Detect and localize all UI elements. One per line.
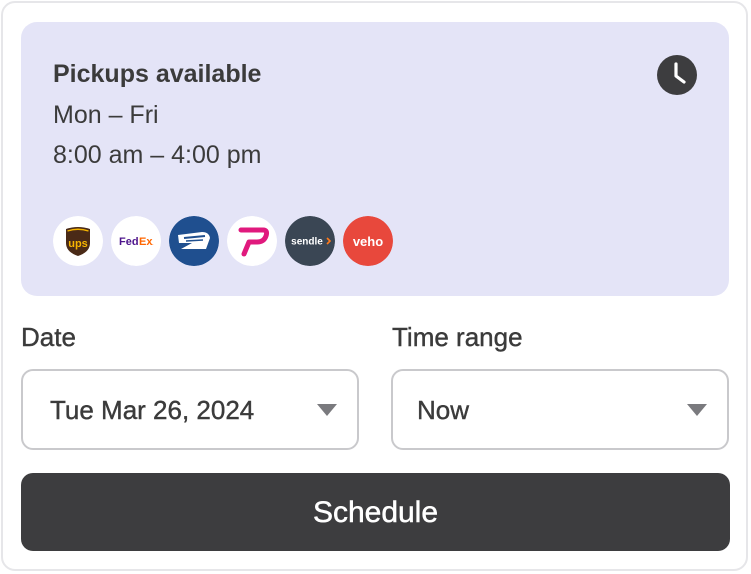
veho-text: veho (353, 234, 383, 249)
time-range-label: Time range (392, 322, 523, 352)
pickup-info-panel: Pickups available Mon – Fri 8:00 am – 4:… (21, 22, 729, 296)
time-range-select[interactable]: Now (391, 369, 729, 450)
pickup-days: Mon – Fri (53, 101, 159, 129)
date-label: Date (21, 322, 76, 352)
date-value: Tue Mar 26, 2024 (50, 395, 255, 425)
clock-icon (656, 54, 698, 96)
time-range-value: Now (417, 395, 470, 425)
usps-logo (169, 216, 219, 266)
chevron-down-icon (317, 404, 337, 416)
ups-logo: ups (53, 216, 103, 266)
date-select[interactable]: Tue Mar 26, 2024 (21, 369, 359, 450)
svg-text:Fed: Fed (119, 236, 139, 248)
passport-logo (227, 216, 277, 266)
chevron-down-icon (687, 404, 707, 416)
pickup-title: Pickups available (53, 60, 262, 88)
ups-text: ups (68, 238, 88, 250)
veho-logo: veho (343, 216, 393, 266)
fedex-logo: Fed Ex . (111, 216, 161, 266)
sendle-logo: sendle (285, 216, 335, 266)
sendle-text: sendle (291, 237, 323, 248)
pickup-hours: 8:00 am – 4:00 pm (53, 141, 262, 169)
schedule-button[interactable]: Schedule (21, 473, 730, 551)
